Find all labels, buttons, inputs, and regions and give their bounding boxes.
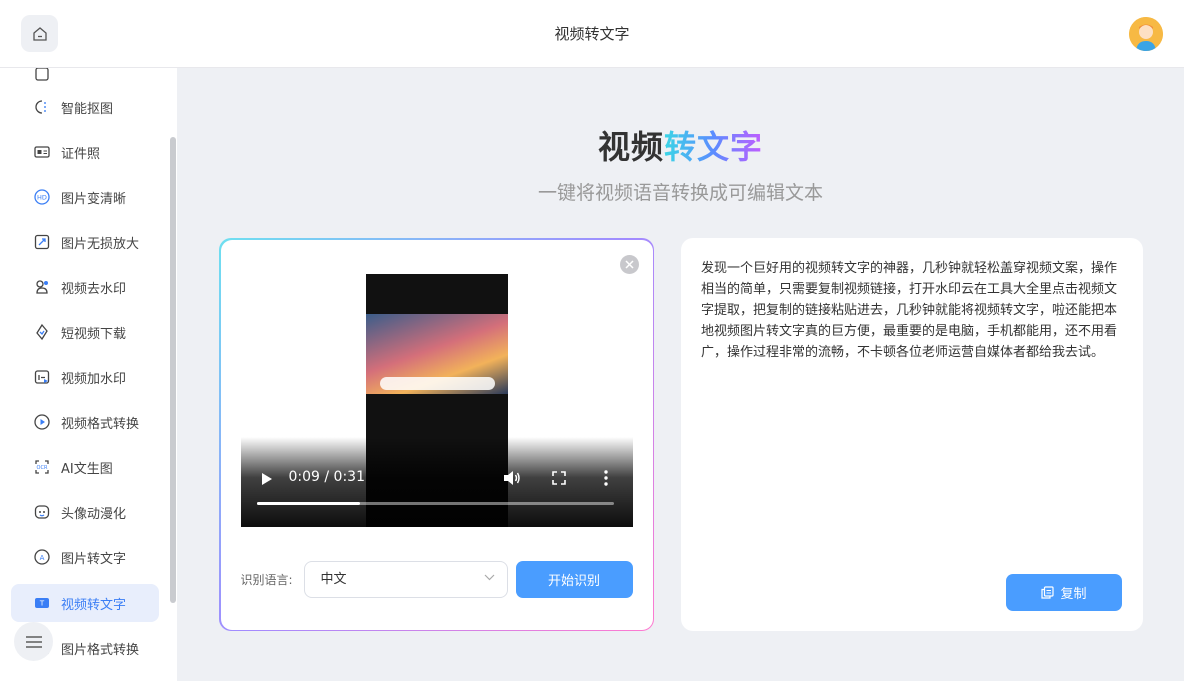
recognized-text[interactable]: 发现一个巨好用的视频转文字的神器，几秒钟就轻松盖穿视频文案，操作相当的简单，只需…: [701, 258, 1121, 363]
collapse-sidebar-button[interactable]: [14, 622, 53, 661]
sidebar-item-label: 图片转文字: [61, 551, 127, 567]
remove-video-button[interactable]: [619, 254, 639, 274]
start-recognition-button[interactable]: 开始识别: [515, 560, 633, 598]
sidebar-item-label: 视频转文字: [61, 597, 127, 613]
video-progress-bar[interactable]: [256, 501, 614, 505]
sidebar-item-lossless-enlarge[interactable]: 图片无损放大: [11, 223, 159, 261]
video-player[interactable]: 0:09 / 0:31: [240, 273, 633, 527]
hd-icon: HD: [34, 189, 50, 205]
chevron-down-icon: [484, 574, 494, 580]
sidebar-item-label: 头像动漫化: [61, 506, 127, 522]
svg-text:HD: HD: [37, 194, 47, 202]
page-title: 视频转文字: [554, 25, 630, 43]
user-avatar[interactable]: [1129, 17, 1163, 51]
svg-text:OCR: OCR: [37, 465, 48, 471]
add-watermark-icon: [34, 370, 50, 384]
sidebar-item-label: 证件照: [61, 146, 101, 162]
video-caption-overlay: [379, 376, 495, 390]
sidebar-item-add-watermark[interactable]: 视频加水印: [11, 358, 159, 396]
sidebar-item-ai-image[interactable]: OCR AI文生图: [11, 448, 159, 486]
sidebar-item-short-video-download[interactable]: 短视频下载: [11, 313, 159, 351]
close-icon: [624, 259, 634, 269]
video-progress-fill: [256, 501, 361, 505]
sidebar-item-label: 视频去水印: [61, 281, 127, 297]
remove-watermark-icon: [36, 280, 48, 294]
sidebar-item-anime-avatar[interactable]: 头像动漫化: [11, 493, 159, 531]
sidebar-item-label: 短视频下载: [61, 326, 127, 342]
sidebar-item-label: 视频加水印: [61, 371, 127, 387]
copy-icon: [1041, 586, 1055, 599]
main-title-part2: 转文字: [664, 128, 764, 166]
download-icon: [36, 323, 48, 341]
svg-text:A: A: [40, 554, 45, 562]
image-to-text-icon: A: [34, 549, 50, 565]
anime-avatar-icon: [34, 505, 50, 519]
language-label: 识别语言:: [240, 572, 293, 587]
sidebar-item-id-photo[interactable]: 证件照: [11, 133, 159, 171]
sidebar-item-video-format[interactable]: 视频格式转换: [11, 403, 159, 441]
sidebar-item-label: AI文生图: [61, 461, 113, 477]
partial-icon: [35, 68, 49, 81]
sidebar-item-remove-watermark[interactable]: 视频去水印: [11, 268, 159, 306]
volume-icon[interactable]: [503, 470, 521, 486]
copy-button-label: 复制: [1060, 587, 1087, 602]
main-title: 视频转文字: [177, 122, 1184, 168]
sidebar-item-image-clarify[interactable]: HD 图片变清晰: [11, 178, 159, 216]
cutout-icon: [35, 100, 46, 114]
svg-text:T: T: [39, 600, 45, 608]
id-photo-icon: [34, 146, 50, 158]
sidebar-item-image-to-text[interactable]: A 图片转文字: [11, 538, 159, 576]
format-convert-icon: [34, 414, 50, 430]
sidebar-scrollbar[interactable]: [170, 137, 176, 603]
avatar-icon: [1129, 17, 1163, 51]
video-time: 0:09 / 0:31: [288, 468, 366, 485]
video-to-text-icon: T: [35, 598, 49, 608]
sidebar-item-smart-cutout[interactable]: 智能抠图: [11, 88, 159, 126]
play-icon[interactable]: [261, 472, 273, 486]
sidebar-item-label: 智能抠图: [61, 101, 114, 117]
sidebar: 智能抠图 证件照 HD 图片变清晰 图片无损放大 视频去水印 短视频下载 视频加…: [0, 68, 177, 681]
result-card: 发现一个巨好用的视频转文字的神器，几秒钟就轻松盖穿视频文案，操作相当的简单，只需…: [681, 238, 1143, 631]
sidebar-item-label: 图片格式转换: [61, 642, 140, 658]
video-controls: 0:09 / 0:31: [240, 436, 633, 527]
top-header: 视频转文字: [0, 0, 1184, 68]
enlarge-icon: [34, 234, 50, 250]
main-title-part1: 视频: [597, 128, 664, 166]
language-selected-value: 中文: [320, 571, 347, 587]
sidebar-item-video-to-text[interactable]: T 视频转文字: [11, 584, 159, 622]
sidebar-item-label: 图片无损放大: [61, 236, 140, 252]
language-select[interactable]: 中文: [303, 560, 508, 598]
copy-button[interactable]: 复制: [1006, 574, 1122, 611]
sidebar-item-label: 视频格式转换: [61, 416, 140, 432]
video-upload-card: 0:09 / 0:31 识别语言: 中文 开始识别: [219, 238, 654, 631]
sidebar-item-label: 图片变清晰: [61, 191, 127, 207]
fullscreen-icon[interactable]: [551, 470, 566, 485]
more-options-icon[interactable]: [603, 469, 608, 486]
menu-icon: [25, 635, 42, 648]
main-subtitle: 一键将视频语音转换成可编辑文本: [537, 182, 823, 204]
ai-image-icon: OCR: [35, 460, 49, 474]
